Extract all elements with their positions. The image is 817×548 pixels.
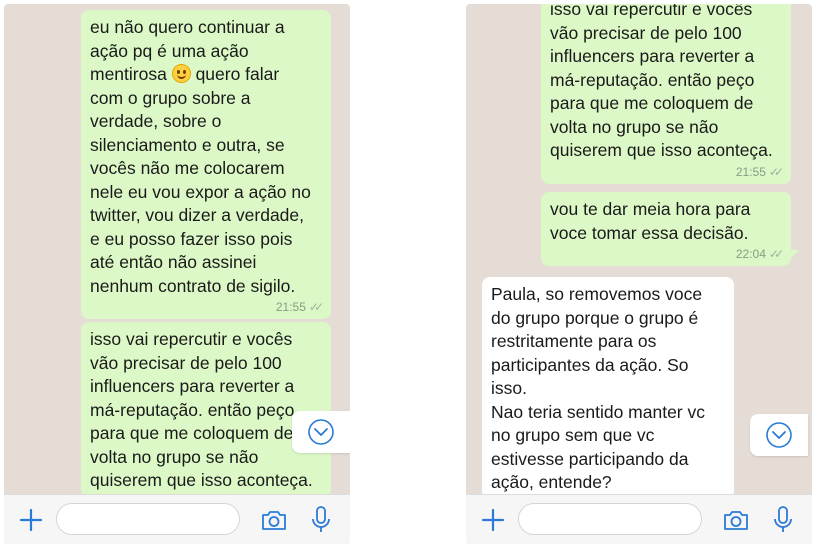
message-text-fragment: quero falar xyxy=(190,64,280,84)
message-text: vou te dar meia hora para voce tomar essa… xyxy=(550,198,783,245)
chat-screen-right: isso vai repercutir e vocês vão precisar … xyxy=(466,4,812,544)
message-bubble[interactable]: vou te dar meia hora para voce tomar essa… xyxy=(541,192,799,266)
double-check-icon: ✓✓ xyxy=(768,247,784,261)
message-time: 21:55 xyxy=(735,164,766,179)
message-line: nenhum contrato de sigilo. xyxy=(90,275,296,296)
message-text: isso vai repercutir e vocês vão precisar … xyxy=(90,328,323,493)
message-line: para que me coloquem de xyxy=(90,423,294,443)
message-input-bar xyxy=(4,494,350,544)
message-line: participantes da ação. So xyxy=(491,354,689,375)
bubble-tail xyxy=(789,250,799,260)
message-time: 21:55 xyxy=(275,300,306,314)
plus-icon[interactable] xyxy=(480,507,506,533)
message-bubble[interactable]: eu não quero continuar a ação pq é uma aç… xyxy=(81,10,331,319)
message-line: má-reputação. então peço xyxy=(550,69,755,90)
message-text: isso vai repercutir e vocês vão precisar … xyxy=(550,4,783,163)
message-bubble[interactable]: isso vai repercutir e vocês vão precisar … xyxy=(81,322,331,497)
message-line: verdade, sobre o xyxy=(90,111,222,131)
message-line: ação pq é uma ação xyxy=(90,40,249,61)
message-line: má-reputação. então peço xyxy=(90,399,295,420)
message-line: quiserem que isso aconteça. xyxy=(90,470,313,490)
message-line: volta no grupo se não xyxy=(90,446,259,467)
message-line: ação, entende? xyxy=(491,472,612,492)
message-line: influencers para reverter a xyxy=(550,46,755,66)
chevron-down-circle-icon xyxy=(766,422,792,448)
message-meta: 22:04 ✓✓ xyxy=(550,247,784,262)
message-line: isso vai repercutir e vocês xyxy=(90,329,293,349)
message-line: e eu posso fazer isso pois xyxy=(90,228,293,249)
message-input-bar xyxy=(466,494,812,544)
plus-icon[interactable] xyxy=(18,507,44,533)
message-bubble[interactable]: isso vai repercutir e vocês vão precisar … xyxy=(541,4,791,184)
chat-screen-left: eu não quero continuar a ação pq é uma aç… xyxy=(4,4,350,544)
message-text: eu não quero continuar a ação pq é uma aç… xyxy=(90,16,323,298)
microphone-icon[interactable] xyxy=(310,505,332,535)
message-meta: 21:55 ✓✓ xyxy=(550,164,784,180)
message-line: nele eu vou expor a ação no xyxy=(90,181,311,202)
microphone-icon[interactable] xyxy=(772,505,794,535)
message-line: vão precisar de pelo 100 xyxy=(90,352,282,373)
message-line: Nao teria sentido manter vc xyxy=(491,401,705,422)
message-line: vou te dar meia hora para xyxy=(550,199,751,219)
message-line: do grupo porque o grupo é xyxy=(491,307,699,328)
message-input[interactable] xyxy=(56,503,240,535)
message-line: vocês não me colocarem xyxy=(90,158,285,178)
message-line: Paula, so removemos voce xyxy=(491,284,703,304)
message-text-fragment: mentirosa xyxy=(90,64,172,84)
message-line: estivesse participando da xyxy=(491,448,689,469)
double-check-icon: ✓✓ xyxy=(768,164,784,179)
scroll-down-button[interactable] xyxy=(292,411,350,453)
message-line: até então não assinei xyxy=(90,252,257,272)
message-line: influencers para reverter a xyxy=(90,376,295,396)
message-time: 22:04 xyxy=(735,247,766,261)
scroll-down-button[interactable] xyxy=(750,414,808,456)
message-bubble[interactable]: Paula, so removemos voce do grupo porque … xyxy=(482,277,734,499)
message-line: quiserem que isso aconteça. xyxy=(550,140,773,160)
message-line: no grupo sem que vc xyxy=(491,425,655,445)
message-line: volta no grupo se não xyxy=(550,116,719,137)
double-check-icon: ✓✓ xyxy=(308,300,324,314)
message-meta: 21:55 ✓✓ xyxy=(90,300,324,315)
message-line: voce tomar essa decisão. xyxy=(550,222,749,243)
message-line: vão precisar de pelo 100 xyxy=(550,22,742,43)
message-line: com o grupo sobre a xyxy=(90,87,251,108)
message-line: eu não quero continuar a xyxy=(90,17,285,37)
message-line: restritamente para os xyxy=(491,331,657,351)
camera-icon[interactable] xyxy=(722,507,750,533)
message-line: silenciamento e outra, se xyxy=(90,134,285,155)
smiling-face-icon xyxy=(171,64,191,83)
message-line: twitter, vou dizer a verdade, xyxy=(90,205,304,225)
message-text: Paula, so removemos voce do grupo porque … xyxy=(491,283,726,495)
message-line: isso. xyxy=(491,378,527,398)
chevron-down-circle-icon xyxy=(308,419,334,445)
message-line: mentirosa quero falar xyxy=(90,63,323,87)
message-line: isso vai repercutir e vocês xyxy=(550,4,753,19)
camera-icon[interactable] xyxy=(260,507,288,533)
message-input[interactable] xyxy=(518,503,702,535)
message-line: para que me coloquem de xyxy=(550,93,754,113)
